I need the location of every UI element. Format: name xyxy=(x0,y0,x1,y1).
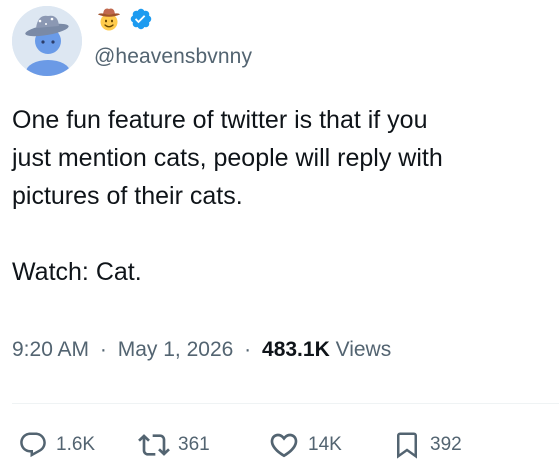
author-handle[interactable]: @heavensbvnny xyxy=(94,45,252,69)
author-name-row[interactable] xyxy=(95,8,153,34)
tweet-meta: 9:20 AM · May 1, 2026 · 483.1K Views xyxy=(12,338,391,362)
retweet-count: 361 xyxy=(178,434,210,455)
retweet-button[interactable]: 361 xyxy=(138,422,210,468)
meta-separator: · xyxy=(99,338,107,361)
divider xyxy=(12,403,559,404)
bookmark-count: 392 xyxy=(430,434,462,455)
bookmark-button[interactable]: 392 xyxy=(392,422,462,468)
like-button[interactable]: 14K xyxy=(268,422,342,468)
retweet-icon xyxy=(138,429,170,461)
meta-separator: · xyxy=(244,338,252,361)
reply-count: 1.6K xyxy=(56,434,96,455)
views-label: Views xyxy=(335,338,392,361)
cowboy-hat-face-icon xyxy=(95,5,123,38)
avatar-image xyxy=(12,6,82,76)
tweet-text: One fun feature of twitter is that if yo… xyxy=(12,106,443,286)
bookmark-icon xyxy=(392,430,422,460)
like-count: 14K xyxy=(308,434,342,455)
action-bar: 1.6K 361 14K 392 xyxy=(0,422,559,468)
reply-button[interactable]: 1.6K xyxy=(18,422,95,468)
heart-icon xyxy=(268,429,300,461)
views-count: 483.1K xyxy=(262,338,330,361)
verified-badge-icon xyxy=(129,7,153,36)
reply-icon xyxy=(18,430,48,460)
tweet-time[interactable]: 9:20 AM xyxy=(12,338,89,361)
tweet-date[interactable]: May 1, 2026 xyxy=(118,338,234,361)
avatar[interactable] xyxy=(12,6,82,76)
